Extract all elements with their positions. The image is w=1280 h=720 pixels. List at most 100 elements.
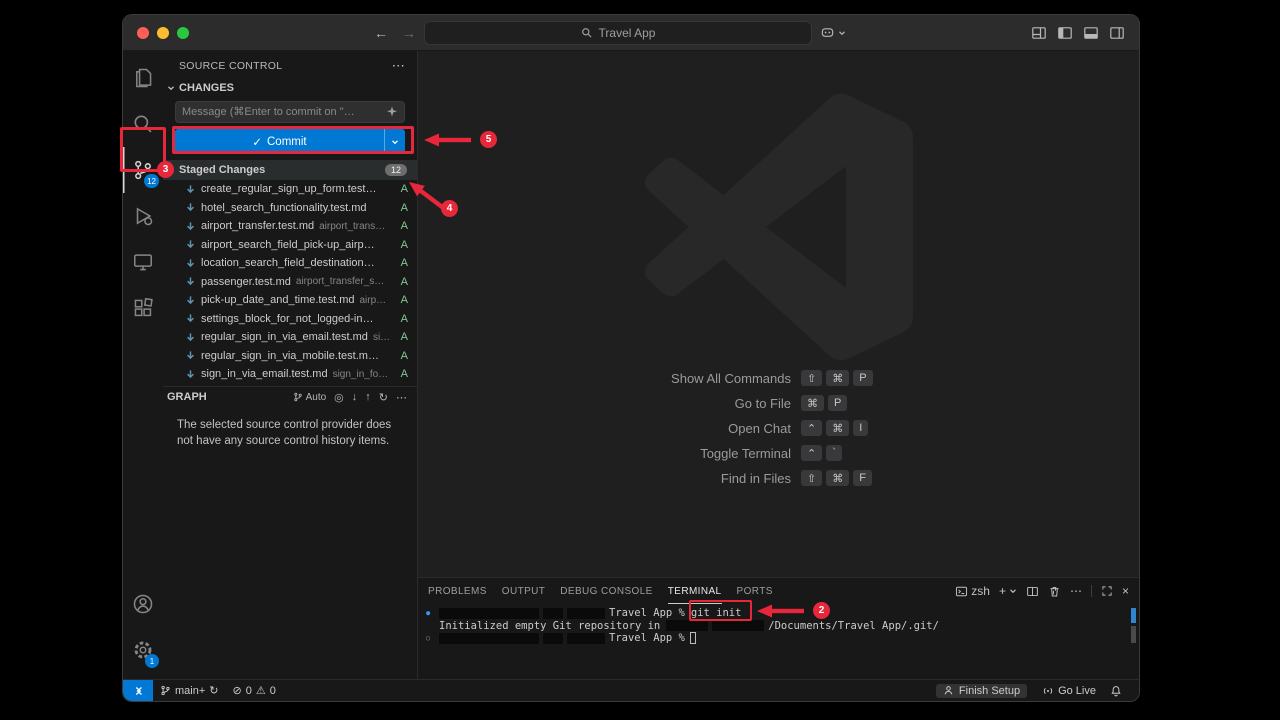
graph-auto-toggle[interactable]: Auto [293, 392, 327, 403]
chevron-down-icon [167, 84, 175, 92]
file-row[interactable]: airport_transfer.test.md airport_trans… … [163, 217, 417, 236]
pull-icon[interactable]: ↓ [352, 391, 358, 403]
activity-account[interactable] [123, 581, 163, 627]
file-name: airport_transfer.test.md [201, 220, 314, 232]
remote-explorer-icon [132, 251, 154, 273]
copilot-menu[interactable] [820, 25, 846, 40]
more-icon[interactable]: ⋯ [396, 391, 407, 404]
new-terminal-button[interactable]: + [999, 584, 1017, 598]
file-row[interactable]: sign_in_via_email.test.md sign_in_fo… A [163, 365, 417, 384]
staged-count-badge: 12 [385, 164, 407, 176]
markdown-file-icon [185, 184, 196, 195]
toggle-primary-sidebar-icon[interactable] [1057, 25, 1073, 41]
tab-debug-console[interactable]: DEBUG CONSOLE [560, 578, 652, 604]
branch-icon [293, 392, 303, 402]
run-debug-icon [132, 205, 154, 227]
changes-label: CHANGES [179, 82, 234, 94]
file-name: create_regular_sign_up_form.test.md [201, 183, 379, 195]
file-folder: si… [373, 332, 396, 343]
toggle-panel-icon[interactable] [1083, 25, 1099, 41]
zoom-window-button[interactable] [177, 27, 189, 39]
go-live-button[interactable]: Go Live [1035, 680, 1103, 701]
customize-layout-icon[interactable] [1031, 25, 1047, 41]
tab-terminal[interactable]: TERMINAL [668, 578, 722, 604]
remote-indicator[interactable] [123, 680, 153, 701]
commit-button[interactable]: ✓ Commit [175, 129, 384, 154]
redacted-text [712, 620, 764, 631]
file-row[interactable]: passenger.test.md airport_transfer_s… A [163, 273, 417, 292]
maximize-panel-icon[interactable] [1101, 585, 1113, 597]
terminal-shell-picker[interactable]: zsh [955, 584, 990, 598]
push-icon[interactable]: ↑ [365, 391, 371, 403]
file-row[interactable]: regular_sign_in_via_mobile.test.md… A [163, 347, 417, 366]
close-window-button[interactable] [137, 27, 149, 39]
finish-setup-button[interactable]: Finish Setup [936, 684, 1027, 698]
activity-remote-explorer[interactable] [123, 239, 163, 285]
branch-status-item[interactable]: main+ ↻ [153, 680, 226, 701]
file-name: sign_in_via_email.test.md [201, 368, 328, 380]
toggle-secondary-sidebar-icon[interactable] [1109, 25, 1125, 41]
redacted-text [439, 608, 539, 619]
activity-source-control[interactable]: 12 [123, 147, 163, 193]
close-panel-icon[interactable]: × [1122, 584, 1129, 598]
file-folder: sign_in_fo… [333, 369, 396, 380]
staged-changes-header[interactable]: Staged Changes 12 [163, 160, 417, 180]
terminal-scroll-decoration[interactable] [1131, 608, 1136, 623]
warning-count: 0 [270, 685, 276, 697]
split-terminal-icon[interactable] [1026, 585, 1039, 598]
search-icon [132, 113, 154, 135]
target-icon[interactable]: ◎ [334, 391, 344, 404]
file-row[interactable]: hotel_search_functionality.test.md A [163, 199, 417, 218]
watermark-shortcuts: Show All Commands ⇧⌘P Go to File ⌘P Open… [418, 361, 1139, 495]
file-name: passenger.test.md [201, 276, 291, 288]
back-icon[interactable]: ← [374, 25, 388, 41]
file-row[interactable]: pick-up_date_and_time.test.md airp… A [163, 291, 417, 310]
changes-section-header[interactable]: CHANGES [163, 77, 417, 99]
generate-commit-message-icon[interactable] [386, 106, 398, 118]
problems-status-item[interactable]: ⊘ 0 ⚠ 0 [226, 680, 283, 701]
activity-settings[interactable]: 1 [123, 627, 163, 673]
git-status-badge: A [401, 239, 408, 251]
vscode-window: ← → Travel App [122, 14, 1140, 702]
file-row[interactable]: settings_block_for_not_logged-in_u… A [163, 310, 417, 329]
notifications-button[interactable] [1103, 680, 1129, 701]
file-row[interactable]: airport_search_field_pick-up_airpor… A [163, 236, 417, 255]
broadcast-icon [1042, 685, 1054, 697]
terminal-line: Initialized empty Git repository in /Doc… [426, 620, 1139, 633]
trash-icon[interactable] [1048, 585, 1061, 598]
git-status-badge: A [401, 276, 408, 288]
more-actions-icon[interactable]: ⋯ [392, 58, 405, 74]
git-status-badge: A [401, 202, 408, 214]
activity-extensions[interactable] [123, 285, 163, 331]
screen: ← → Travel App [0, 0, 1280, 720]
minimize-window-button[interactable] [157, 27, 169, 39]
key-chip: ⌃ [801, 445, 822, 461]
file-row[interactable]: location_search_field_destination_l… A [163, 254, 417, 273]
key-chip: ⌘ [826, 370, 849, 386]
activity-search[interactable] [123, 101, 163, 147]
more-icon[interactable]: ⋯ [1070, 584, 1082, 598]
finish-setup-label: Finish Setup [959, 685, 1020, 697]
tab-ports[interactable]: PORTS [737, 578, 773, 604]
activity-run-debug[interactable] [123, 193, 163, 239]
key-chip: P [828, 395, 847, 411]
markdown-file-icon [185, 239, 196, 250]
commit-button-label: Commit [267, 136, 307, 148]
file-row[interactable]: create_regular_sign_up_form.test.md A [163, 180, 417, 199]
graph-section-header[interactable]: GRAPH Auto ◎ ↓ ↑ ↻ ⋯ [163, 386, 417, 408]
file-row[interactable]: regular_sign_in_via_email.test.md si… A [163, 328, 417, 347]
key-chip: ⌘ [826, 420, 849, 436]
forward-icon[interactable]: → [402, 25, 416, 41]
copilot-icon [820, 25, 835, 40]
commit-message-input[interactable] [182, 106, 382, 118]
tab-problems[interactable]: PROBLEMS [428, 578, 487, 604]
refresh-icon[interactable]: ↻ [379, 391, 388, 404]
chevron-down-icon [391, 138, 399, 146]
commit-dropdown-button[interactable] [384, 129, 405, 154]
terminal[interactable]: ● Travel App % git init Initialized empt… [418, 604, 1139, 679]
terminal-scrollbar-thumb[interactable] [1131, 626, 1136, 643]
redacted-text [439, 633, 539, 644]
activity-explorer[interactable] [123, 55, 163, 101]
tab-output[interactable]: OUTPUT [502, 578, 546, 604]
command-center-search[interactable]: Travel App [424, 21, 812, 45]
